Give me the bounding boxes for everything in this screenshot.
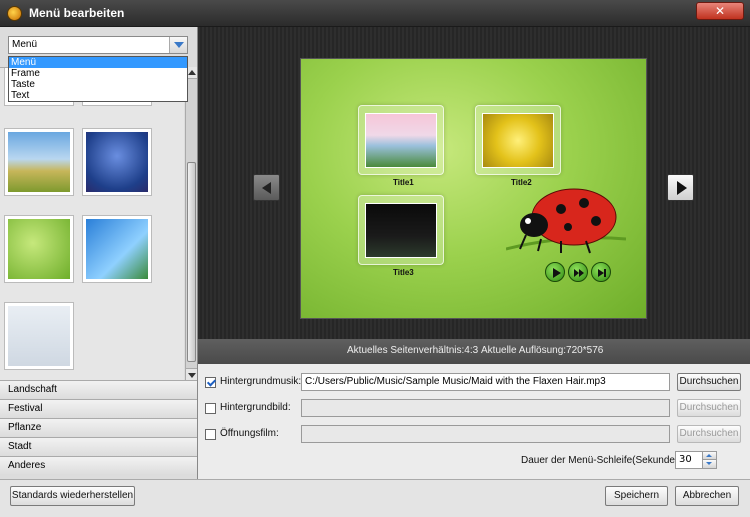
stepper-up-icon[interactable] <box>702 452 716 460</box>
thumbnail-scrollbar[interactable] <box>185 67 197 380</box>
dialog-footer: Standards wiederherstellen Speichern Abb… <box>0 479 750 517</box>
scroll-down-icon[interactable] <box>186 368 197 380</box>
opening-film-browse-button[interactable]: Durchsuchen <box>677 425 741 443</box>
bg-image-browse-button[interactable]: Durchsuchen <box>677 399 741 417</box>
loop-duration-label: Dauer der Menü-Schleife(Sekunde): <box>521 455 682 466</box>
menu-title-thumbnail-2[interactable] <box>475 105 561 175</box>
play-icon[interactable] <box>545 262 565 282</box>
next-page-button[interactable] <box>667 174 694 201</box>
save-button[interactable]: Speichern <box>605 486 668 506</box>
dropdown-option-text[interactable]: Text <box>9 90 187 101</box>
template-thumbnail-list <box>0 67 184 380</box>
template-type-value: Menü <box>12 39 38 50</box>
fast-forward-icon[interactable] <box>568 262 588 282</box>
template-thumbnail[interactable] <box>4 128 74 196</box>
bg-music-path-field[interactable]: C:/Users/Public/Music/Sample Music/Maid … <box>301 373 670 391</box>
template-thumbnail[interactable] <box>82 215 152 283</box>
bg-music-checkbox[interactable] <box>205 377 216 388</box>
skip-next-icon[interactable] <box>591 262 611 282</box>
menu-title-label-3: Title3 <box>393 268 414 277</box>
menu-title-thumbnail-1[interactable] <box>358 105 444 175</box>
close-button[interactable]: ✕ <box>696 2 744 20</box>
stepper-down-icon[interactable] <box>702 460 716 468</box>
reset-defaults-button[interactable]: Standards wiederherstellen <box>10 486 135 506</box>
title-bar: Menü bearbeiten ✕ <box>0 0 750 27</box>
previous-page-button[interactable] <box>253 174 280 201</box>
template-type-dropdown: Menü Frame Taste Text <box>8 56 188 102</box>
opening-film-checkbox[interactable] <box>205 429 216 440</box>
category-anderes[interactable]: Anderes <box>0 456 197 475</box>
bg-music-browse-button[interactable]: Durchsuchen <box>677 373 741 391</box>
category-stadt[interactable]: Stadt <box>0 437 197 456</box>
menu-title-thumbnail-3[interactable] <box>358 195 444 265</box>
scroll-thumb[interactable] <box>187 162 196 362</box>
status-bar: Aktuelles Seitenverhältnis:4:3 Aktuelle … <box>198 339 750 364</box>
template-type-select[interactable]: Menü <box>8 36 188 54</box>
loop-duration-stepper[interactable]: 30 <box>675 451 717 469</box>
template-thumbnail[interactable] <box>4 302 74 370</box>
resolution-text: Aktuelle Auflösung:720*576 <box>481 345 604 356</box>
category-landschaft[interactable]: Landschaft <box>0 380 197 399</box>
template-panel: Menü Menü Frame Taste Text Landschaft Fe… <box>0 27 198 479</box>
bg-image-path-field[interactable] <box>301 399 670 417</box>
bg-image-checkbox[interactable] <box>205 403 216 414</box>
app-icon <box>7 6 22 21</box>
bg-image-label: Hintergrundbild: <box>220 402 291 413</box>
aspect-ratio-text: Aktuelles Seitenverhältnis:4:3 <box>347 345 479 356</box>
window-title: Menü bearbeiten <box>29 6 125 20</box>
menu-preview: Title1 Title2 Title3 <box>300 58 647 319</box>
bg-music-label: Hintergrundmusik: <box>220 376 302 387</box>
menu-title-label-1: Title1 <box>393 178 414 187</box>
opening-film-label: Öffnungsfilm: <box>220 428 279 439</box>
settings-panel: Hintergrundmusik: C:/Users/Public/Music/… <box>198 364 750 479</box>
template-thumbnail[interactable] <box>82 128 152 196</box>
template-thumbnail[interactable] <box>4 215 74 283</box>
dropdown-option-taste[interactable]: Taste <box>9 79 187 90</box>
category-festival[interactable]: Festival <box>0 399 197 418</box>
category-pflanze[interactable]: Pflanze <box>0 418 197 437</box>
chevron-down-icon[interactable] <box>169 37 187 53</box>
dropdown-option-menu[interactable]: Menü <box>9 57 187 68</box>
dropdown-option-frame[interactable]: Frame <box>9 68 187 79</box>
cancel-button[interactable]: Abbrechen <box>675 486 739 506</box>
opening-film-path-field[interactable] <box>301 425 670 443</box>
loop-duration-value: 30 <box>679 454 692 465</box>
ladybug-image <box>506 188 626 254</box>
